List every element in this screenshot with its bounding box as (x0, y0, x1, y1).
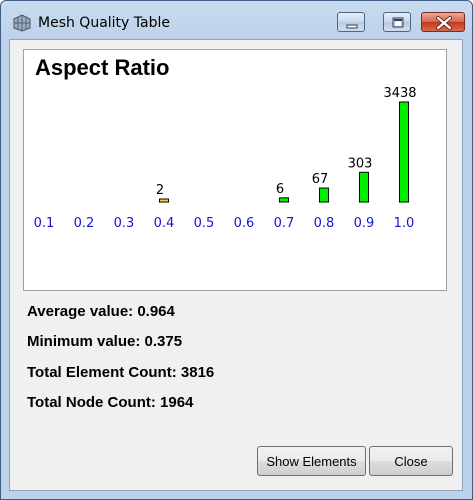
total-node-count: Total Node Count: 1964 (27, 394, 194, 411)
close-window-button[interactable] (421, 12, 465, 32)
mesh-quality-window: Mesh Quality Table Aspect Ratio 0.1 0.2 0.… (0, 0, 473, 500)
dialog-client-area: Aspect Ratio 0.1 0.2 0.3 2 0.4 0.5 0.6 6 0.7 67 0.… (9, 39, 463, 491)
maximize-icon (392, 17, 404, 28)
x-tick-label: 1.0 (394, 216, 415, 231)
total-element-count: Total Element Count: 3816 (27, 364, 215, 381)
bar-value-label: 2 (156, 183, 164, 198)
bar-value-label: 6 (276, 182, 284, 197)
close-button[interactable]: Close (369, 446, 453, 476)
mesh-icon (13, 14, 31, 32)
minimize-icon (346, 24, 358, 29)
x-tick-label: 0.7 (274, 216, 295, 231)
x-tick-label: 0.4 (154, 216, 175, 231)
window-title: Mesh Quality Table (38, 15, 170, 31)
x-tick-label: 0.3 (114, 216, 135, 231)
bar-value-label: 303 (348, 156, 373, 171)
bar-0.7 (279, 197, 289, 203)
bar-0.8 (319, 187, 329, 203)
aspect-ratio-chart: Aspect Ratio 0.1 0.2 0.3 2 0.4 0.5 0.6 6 0.7 67 0.… (23, 49, 447, 291)
bar-value-label: 3438 (383, 86, 416, 101)
bar-0.9 (359, 171, 369, 203)
maximize-button[interactable] (383, 12, 411, 32)
average-value: Average value: 0.964 (27, 303, 175, 320)
bar-value-label: 67 (312, 172, 329, 187)
bar-0.4 (159, 198, 169, 203)
x-tick-label: 0.6 (234, 216, 255, 231)
show-elements-button[interactable]: Show Elements (257, 446, 366, 476)
x-tick-label: 0.2 (74, 216, 95, 231)
close-icon (436, 16, 452, 30)
minimum-value: Minimum value: 0.375 (27, 333, 183, 350)
x-tick-label: 0.8 (314, 216, 335, 231)
minimize-button[interactable] (337, 12, 365, 32)
x-tick-label: 0.9 (354, 216, 375, 231)
x-tick-label: 0.1 (34, 216, 55, 231)
x-tick-label: 0.5 (194, 216, 215, 231)
histogram-plot: 0.1 0.2 0.3 2 0.4 0.5 0.6 6 0.7 67 0.8 303 0.9 3438 1.… (34, 86, 417, 231)
bar-1.0 (399, 101, 409, 203)
